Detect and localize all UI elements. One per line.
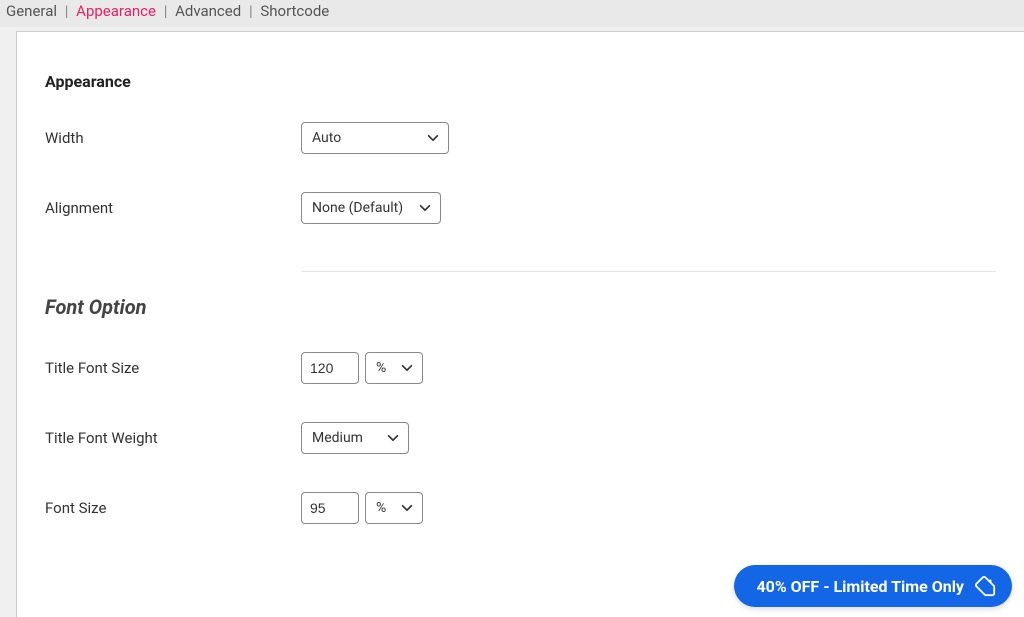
chevron-down-icon: [400, 361, 414, 375]
promo-pill[interactable]: 40% OFF - Limited Time Only: [734, 565, 1012, 607]
tab-separator: |: [245, 2, 257, 20]
select-title-font-size-unit-value: %: [376, 360, 386, 376]
select-width[interactable]: Auto: [301, 122, 449, 154]
label-alignment: Alignment: [45, 199, 301, 217]
select-width-value: Auto: [312, 130, 341, 146]
tab-advanced[interactable]: Advanced: [175, 2, 241, 20]
label-title-font-weight: Title Font Weight: [45, 429, 301, 447]
chevron-down-icon: [400, 501, 414, 515]
select-font-size-unit-value: %: [376, 500, 386, 516]
chevron-down-icon: [426, 131, 440, 145]
section-title-appearance: Appearance: [45, 72, 996, 91]
select-alignment-value: None (Default): [312, 200, 403, 216]
input-font-size[interactable]: [301, 492, 359, 524]
promo-text: 40% OFF - Limited Time Only: [756, 577, 964, 596]
select-font-size-unit[interactable]: %: [365, 492, 423, 524]
price-tag-icon: [974, 575, 996, 597]
field-alignment: Alignment None (Default): [45, 187, 996, 229]
tab-general[interactable]: General: [6, 2, 57, 20]
settings-panel: Appearance Width Auto Alignment None (De…: [16, 31, 1024, 617]
field-width: Width Auto: [45, 117, 996, 159]
chevron-down-icon: [386, 431, 400, 445]
tab-separator: |: [61, 2, 73, 20]
chevron-down-icon: [418, 201, 432, 215]
section-divider: [301, 271, 996, 272]
select-title-font-weight-value: Medium: [312, 430, 363, 446]
label-title-font-size: Title Font Size: [45, 359, 301, 377]
field-title-font-weight: Title Font Weight Medium: [45, 417, 996, 459]
tab-strip: General | Appearance | Advanced | Shortc…: [0, 0, 1024, 27]
tab-shortcode[interactable]: Shortcode: [260, 2, 329, 20]
tab-appearance[interactable]: Appearance: [76, 2, 156, 20]
select-title-font-weight[interactable]: Medium: [301, 422, 409, 454]
section-title-font-option: Font Option: [45, 295, 301, 319]
label-font-size: Font Size: [45, 499, 301, 517]
label-width: Width: [45, 129, 301, 147]
field-font-size: Font Size %: [45, 487, 996, 529]
select-title-font-size-unit[interactable]: %: [365, 352, 423, 384]
input-title-font-size[interactable]: [301, 352, 359, 384]
field-title-font-size: Title Font Size %: [45, 347, 996, 389]
field-font-option-header: Font Option: [45, 257, 996, 319]
tab-separator: |: [160, 2, 172, 20]
select-alignment[interactable]: None (Default): [301, 192, 441, 224]
